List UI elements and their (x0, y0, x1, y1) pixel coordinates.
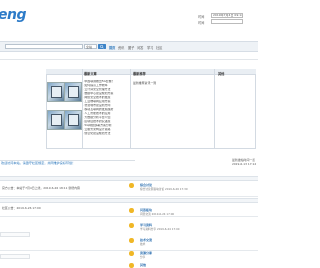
forum-meta: 技术 (140, 242, 146, 246)
device-screen (68, 86, 79, 98)
forum-title[interactable]: 学习资料 (140, 223, 152, 227)
time-value: 2019年7月4日 09:14 (211, 13, 243, 18)
site-logo[interactable]: eng (0, 6, 26, 24)
forum-title[interactable]: 技术交流 (140, 238, 152, 242)
section-bar (0, 198, 258, 203)
forum-title[interactable]: 资源分享 (140, 251, 152, 255)
section-bar (0, 176, 258, 181)
forum-icon (129, 183, 134, 188)
thumbnail-image[interactable] (64, 110, 82, 130)
column-divider (130, 69, 131, 149)
nav-news[interactable]: 资讯 (118, 45, 124, 50)
nav-learn[interactable]: 学习 (147, 45, 153, 50)
forum-title[interactable]: 其他 (140, 263, 146, 267)
search-scope-select[interactable]: 全站 (84, 44, 97, 49)
forum-icon (129, 208, 134, 213)
device-screen (51, 114, 62, 126)
forum-icon (129, 263, 134, 268)
divider (0, 216, 258, 217)
panel-header (46, 69, 256, 75)
nav-home[interactable]: 首页 (109, 45, 115, 50)
divider (0, 196, 258, 197)
time-label-2: 时间 (198, 21, 205, 25)
nav-community[interactable]: 社区 (156, 45, 162, 50)
forum-meta: 学习资料分享 2019-6-24 17:00 (140, 227, 180, 231)
latest-post-time: 2019-6-13 17:12 (232, 162, 257, 166)
forum-title[interactable]: 问答板块 (140, 208, 152, 212)
search-scope-label: 全站 (86, 45, 93, 49)
time-value-2 (211, 19, 243, 24)
nav-qa[interactable]: 问答 (137, 45, 143, 50)
notice-link[interactable]: 欢迎访问本站，请遵守社区规定，共同维护良好环境！ (0, 160, 135, 165)
search-icon (100, 44, 104, 49)
section-stub (0, 254, 30, 259)
col-title-news: 最新文章 (84, 71, 97, 76)
list-item[interactable]: 社区公告：2019-6-26 17:00 (2, 206, 41, 210)
section-stub (0, 232, 30, 237)
time-label: 时间 (198, 15, 205, 19)
search-input[interactable] (5, 44, 83, 49)
forum-meta: 综合讨论区版块讨论 2019-6-26 17:39 (140, 187, 188, 191)
recommend-link[interactable]: 最新推荐资讯一则 (133, 81, 156, 85)
news-link[interactable]: 信息化建设规划方法 (83, 132, 129, 136)
nav-circle[interactable]: 圈子 (128, 45, 134, 50)
forum-icon (129, 223, 134, 228)
forum-meta: 问答交流 2019-6-24 17:00 (140, 212, 175, 216)
col-title-other: 其他 (218, 71, 225, 76)
thumbnail-image[interactable] (64, 82, 82, 102)
thumbnail-image[interactable] (47, 82, 65, 102)
list-item[interactable]: 官方公告：本站于7月4日上线，2019-6-26 18:11 新增内容 (2, 186, 80, 190)
thumbnail-image[interactable] (47, 110, 65, 130)
forum-title[interactable]: 综合讨论 (140, 183, 152, 187)
search-button[interactable] (98, 43, 106, 50)
breadcrumb (0, 59, 258, 63)
device-screen (68, 114, 79, 126)
device-screen (51, 86, 62, 98)
col-title-recommend: 最新推荐 (133, 71, 146, 76)
forum-icon (129, 238, 134, 243)
forum-icon (129, 251, 134, 256)
forum-meta: 分享 (140, 255, 146, 259)
column-divider (214, 69, 215, 149)
